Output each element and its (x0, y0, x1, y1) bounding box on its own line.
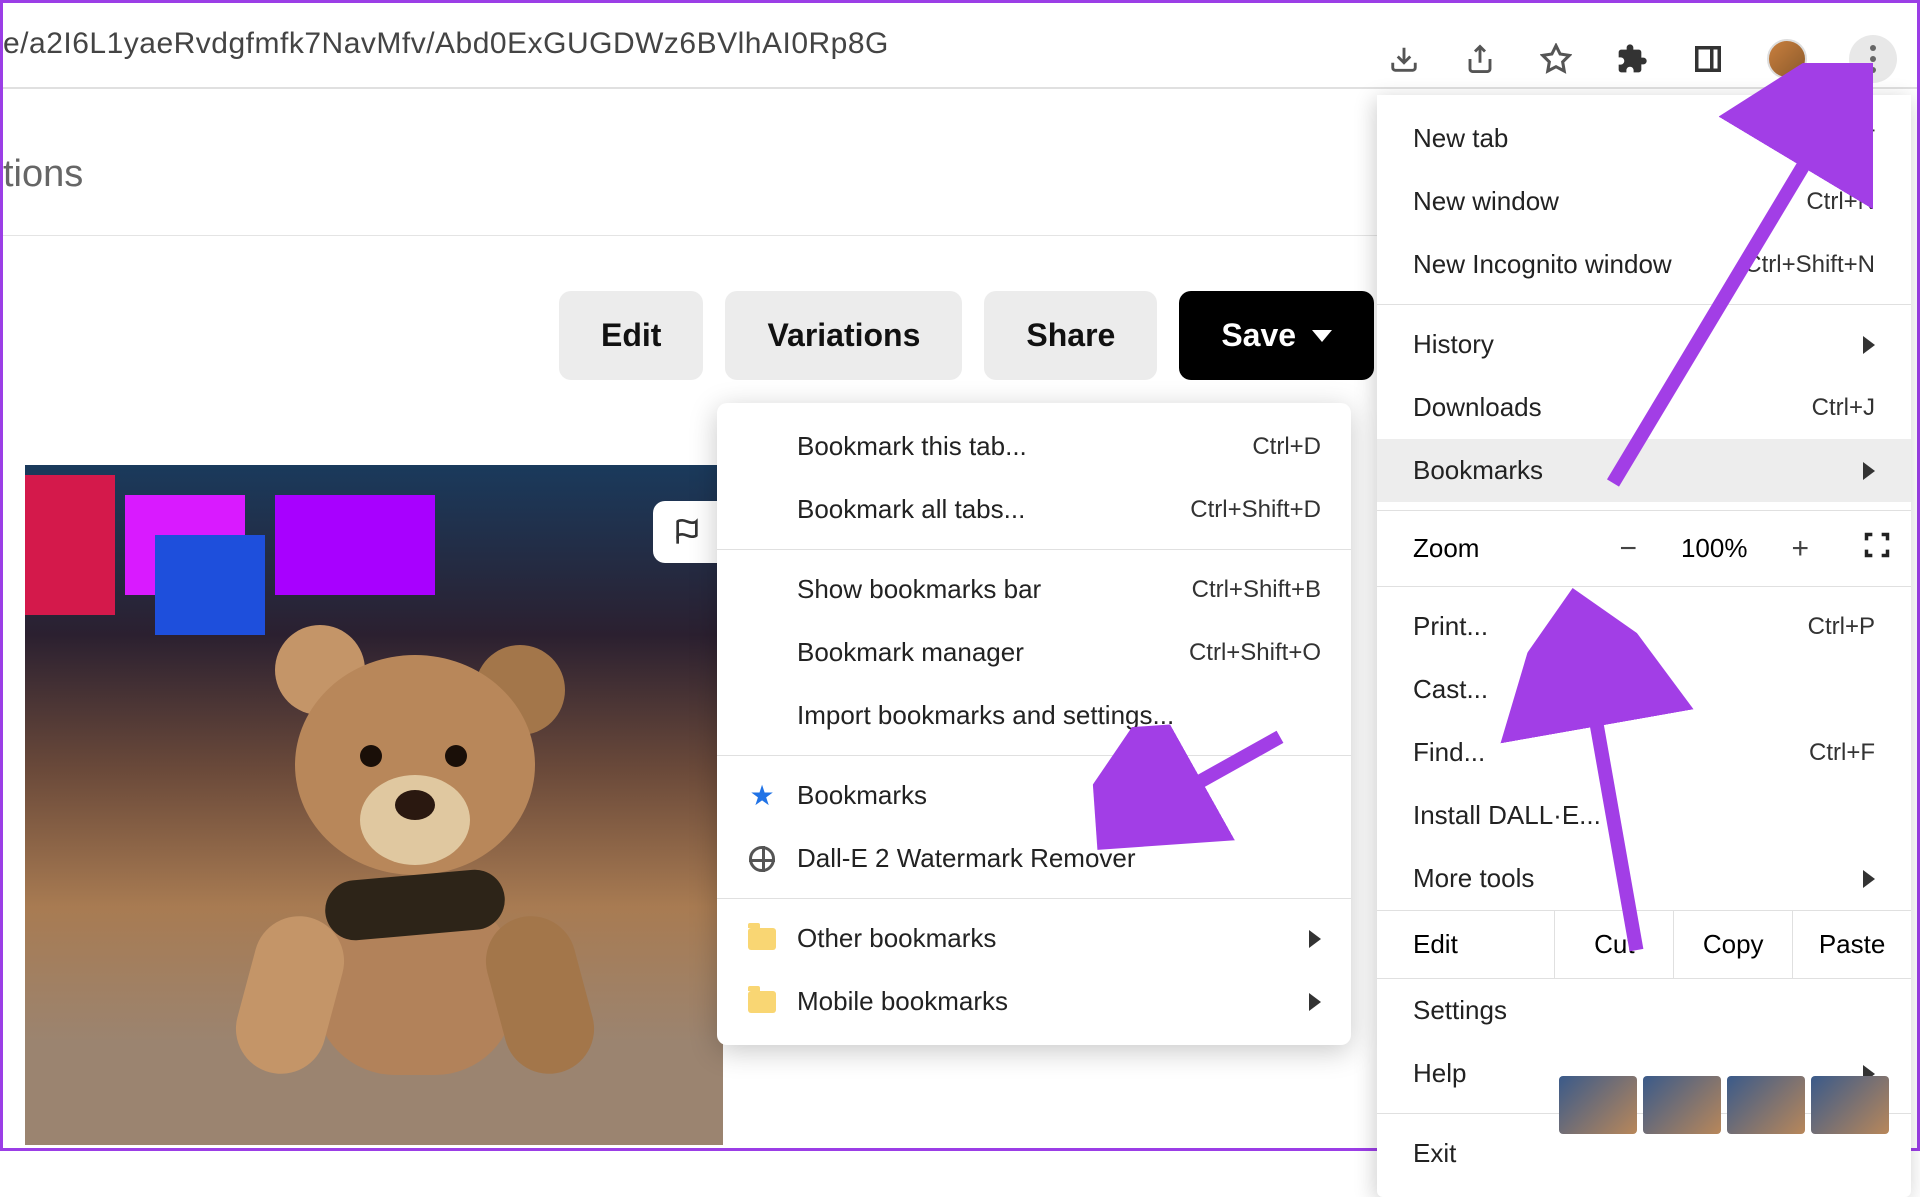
menu-history[interactable]: History (1377, 313, 1911, 376)
menu-more-tools[interactable]: More tools (1377, 847, 1911, 910)
menu-downloads[interactable]: DownloadsCtrl+J (1377, 376, 1911, 439)
folder-icon (747, 987, 777, 1017)
chevron-right-icon (1309, 930, 1321, 948)
dalle-watermark-remover-bookmark[interactable]: Dall-E 2 Watermark Remover (717, 827, 1351, 890)
folder-icon (747, 924, 777, 954)
import-bookmarks[interactable]: Import bookmarks and settings... (717, 684, 1351, 747)
zoom-value: 100% (1661, 533, 1768, 564)
zoom-in-button[interactable]: + (1767, 532, 1833, 566)
variations-button[interactable]: Variations (725, 291, 962, 380)
chevron-right-icon (1309, 993, 1321, 1011)
menu-cut[interactable]: Cut (1554, 911, 1673, 978)
thumbnail[interactable] (1811, 1076, 1889, 1134)
thumbnail[interactable] (1643, 1076, 1721, 1134)
chevron-right-icon (1863, 336, 1875, 354)
share-button[interactable]: Share (984, 291, 1157, 380)
page-title: tions (3, 153, 83, 196)
thumbnail[interactable] (1559, 1076, 1637, 1134)
menu-zoom: Zoom − 100% + (1377, 519, 1911, 578)
mobile-bookmarks[interactable]: Mobile bookmarks (717, 970, 1351, 1033)
install-app-icon[interactable] (1387, 42, 1421, 76)
extensions-icon[interactable] (1615, 42, 1649, 76)
bookmark-star-icon[interactable] (1539, 42, 1573, 76)
url-fragment[interactable]: e/a2I6L1yaeRvdgfmfk7NavMfv/Abd0ExGUGDWz6… (3, 27, 889, 61)
generated-image (25, 465, 723, 1145)
other-bookmarks[interactable]: Other bookmarks (717, 907, 1351, 970)
chevron-right-icon (1863, 462, 1875, 480)
bookmark-manager[interactable]: Bookmark managerCtrl+Shift+O (717, 621, 1351, 684)
star-icon: ★ (747, 781, 777, 811)
menu-edit-label: Edit (1377, 911, 1554, 978)
profile-avatar[interactable] (1767, 39, 1807, 79)
menu-copy[interactable]: Copy (1673, 911, 1792, 978)
bookmarks-folder[interactable]: ★Bookmarks (717, 764, 1351, 827)
edit-button[interactable]: Edit (559, 291, 703, 380)
menu-print[interactable]: Print...Ctrl+P (1377, 595, 1911, 658)
content-divider (3, 235, 1477, 236)
chrome-menu-button[interactable] (1849, 35, 1897, 83)
thumbnail[interactable] (1727, 1076, 1805, 1134)
share-icon[interactable] (1463, 42, 1497, 76)
menu-new-window[interactable]: New windowCtrl+N (1377, 170, 1911, 233)
chevron-right-icon (1863, 870, 1875, 888)
menu-paste[interactable]: Paste (1792, 911, 1911, 978)
menu-new-tab[interactable]: New tabCtrl+T (1377, 107, 1911, 170)
menu-find[interactable]: Find...Ctrl+F (1377, 721, 1911, 784)
bookmark-all-tabs[interactable]: Bookmark all tabs...Ctrl+Shift+D (717, 478, 1351, 541)
globe-icon (747, 844, 777, 874)
fullscreen-icon[interactable] (1863, 531, 1891, 566)
menu-cast[interactable]: Cast... (1377, 658, 1911, 721)
show-bookmarks-bar[interactable]: Show bookmarks barCtrl+Shift+B (717, 558, 1351, 621)
save-button-label: Save (1221, 317, 1296, 354)
flag-button[interactable] (653, 501, 721, 563)
bookmarks-submenu: Bookmark this tab...Ctrl+D Bookmark all … (717, 403, 1351, 1045)
sidepanel-icon[interactable] (1691, 42, 1725, 76)
chevron-down-icon (1312, 330, 1332, 342)
menu-install-dalle[interactable]: Install DALL·E... (1377, 784, 1911, 847)
bookmark-this-tab[interactable]: Bookmark this tab...Ctrl+D (717, 415, 1351, 478)
toolbar-divider (3, 87, 1917, 89)
chrome-main-menu: New tabCtrl+T New windowCtrl+N New Incog… (1377, 95, 1911, 1197)
save-button[interactable]: Save (1179, 291, 1374, 380)
zoom-out-button[interactable]: − (1595, 532, 1661, 566)
menu-settings[interactable]: Settings (1377, 979, 1911, 1042)
menu-new-incognito[interactable]: New Incognito windowCtrl+Shift+N (1377, 233, 1911, 296)
menu-bookmarks[interactable]: Bookmarks (1377, 439, 1911, 502)
thumbnail-strip (1559, 1076, 1889, 1134)
